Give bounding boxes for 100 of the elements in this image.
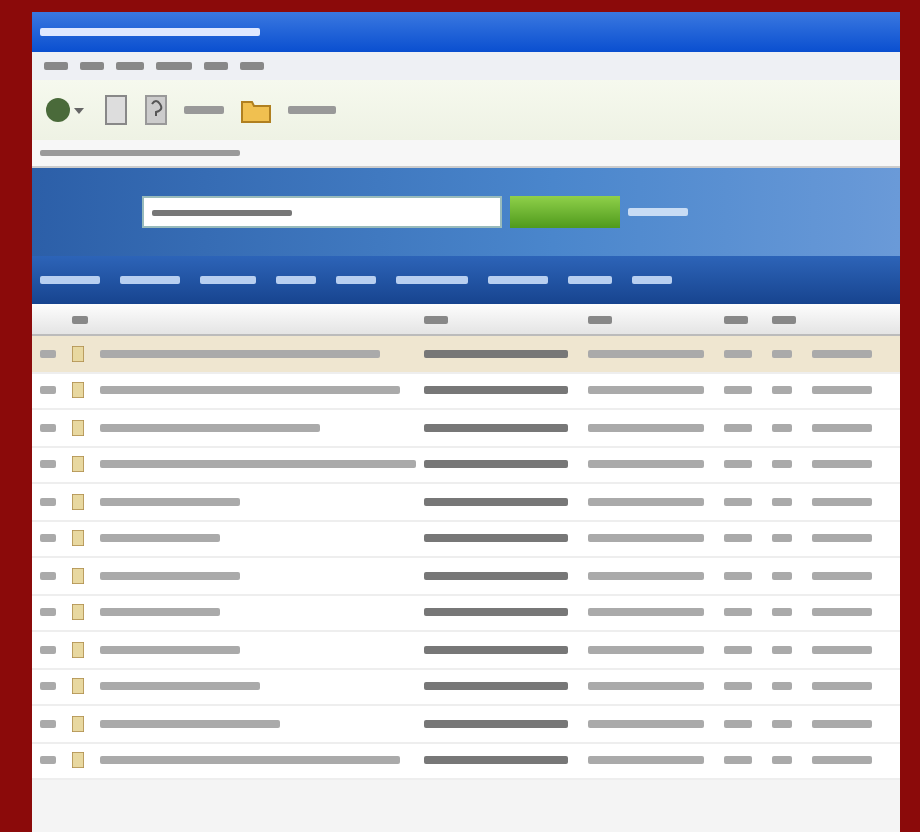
illegible-cell-text [724, 719, 752, 728]
illegible-cell-text [772, 608, 792, 617]
document-icon [72, 604, 84, 621]
illegible-cell-text [812, 460, 872, 469]
illegible-cell-text [40, 682, 56, 691]
illegible-cell-text [724, 386, 752, 395]
document-icon [72, 678, 84, 695]
table-row[interactable] [32, 447, 900, 484]
document-icon [72, 345, 84, 362]
table-row[interactable] [32, 336, 900, 373]
illegible-cell-text [588, 645, 704, 654]
illegible-cell-text [40, 719, 56, 728]
illegible-cell-text [772, 386, 792, 395]
illegible-column-header[interactable] [724, 315, 748, 323]
illegible-cell-text [812, 534, 872, 543]
document-icon [72, 567, 84, 584]
illegible-cell-text [40, 423, 56, 432]
table-row[interactable] [32, 558, 900, 595]
search-field[interactable] [142, 196, 502, 228]
page-icon[interactable] [104, 94, 128, 126]
illegible-cell-text [424, 386, 568, 395]
illegible-cell-text [100, 645, 240, 654]
table-row[interactable] [32, 743, 900, 780]
illegible-cell-text [724, 497, 752, 506]
search-button[interactable] [510, 196, 620, 228]
illegible-cell-text [424, 534, 568, 543]
illegible-cell-text [772, 645, 792, 654]
illegible-cell-text [100, 608, 220, 617]
illegible-cell-text [812, 608, 872, 617]
document-icon [72, 419, 84, 436]
illegible-cell-text [40, 349, 56, 358]
illegible-cell-text [424, 423, 568, 432]
document-icon [72, 641, 84, 658]
illegible-cell-text [812, 756, 872, 765]
illegible-column-header[interactable] [72, 315, 88, 323]
illegible-cell-text [812, 719, 872, 728]
illegible-cell-text [812, 497, 872, 506]
illegible-column-header[interactable] [772, 315, 796, 323]
document-icon [72, 456, 84, 473]
illegible-cell-text [772, 719, 792, 728]
illegible-cell-text [772, 460, 792, 469]
illegible-cell-text [724, 349, 752, 358]
table-row[interactable] [32, 484, 900, 521]
illegible-cell-text [424, 497, 568, 506]
illegible-cell-text [40, 460, 56, 469]
illegible-cell-text [424, 756, 568, 765]
illegible-cell-text [772, 682, 792, 691]
illegible-column-header[interactable] [588, 315, 612, 323]
illegible-cell-text [424, 608, 568, 617]
illegible-cell-text [812, 645, 872, 654]
folder-icon[interactable] [240, 96, 272, 124]
illegible-cell-text [812, 682, 872, 691]
illegible-cell-text [40, 386, 56, 395]
table-row[interactable] [32, 669, 900, 706]
illegible-cell-text [588, 497, 704, 506]
illegible-cell-text [772, 534, 792, 543]
illegible-cell-text [772, 349, 792, 358]
illegible-cell-text [772, 497, 792, 506]
table-row[interactable] [32, 595, 900, 632]
document-icon [72, 382, 84, 399]
illegible-cell-text [772, 571, 792, 580]
illegible-cell-text [40, 608, 56, 617]
illegible-cell-text [724, 608, 752, 617]
illegible-cell-text [424, 719, 568, 728]
illegible-cell-text [724, 682, 752, 691]
illegible-cell-text [40, 756, 56, 765]
document-icon [72, 530, 84, 547]
illegible-cell-text [724, 756, 752, 765]
illegible-cell-text [424, 349, 568, 358]
table-row[interactable] [32, 373, 900, 410]
illegible-cell-text [588, 534, 704, 543]
document-icon [72, 752, 84, 769]
illegible-cell-text [812, 386, 872, 395]
illegible-cell-text [40, 497, 56, 506]
illegible-cell-text [588, 719, 704, 728]
illegible-cell-text [724, 460, 752, 469]
illegible-cell-text [724, 645, 752, 654]
table-row[interactable] [32, 410, 900, 447]
table-row[interactable] [32, 706, 900, 743]
illegible-cell-text [100, 497, 240, 506]
back-icon[interactable] [44, 94, 88, 126]
illegible-cell-text [588, 460, 704, 469]
illegible-cell-text [588, 756, 704, 765]
illegible-cell-text [40, 571, 56, 580]
illegible-cell-text [812, 423, 872, 432]
help-icon[interactable] [144, 94, 168, 126]
illegible-cell-text [724, 534, 752, 543]
illegible-column-header[interactable] [424, 315, 448, 323]
illegible-cell-text [724, 571, 752, 580]
illegible-cell-text [40, 534, 56, 543]
illegible-cell-text [588, 423, 704, 432]
illegible-cell-text [588, 349, 704, 358]
table-row[interactable] [32, 521, 900, 558]
illegible-cell-text [588, 386, 704, 395]
illegible-cell-text [772, 423, 792, 432]
illegible-cell-text [588, 682, 704, 691]
illegible-cell-text [812, 349, 872, 358]
table-row[interactable] [32, 632, 900, 669]
illegible-cell-text [424, 645, 568, 654]
illegible-cell-text [724, 423, 752, 432]
